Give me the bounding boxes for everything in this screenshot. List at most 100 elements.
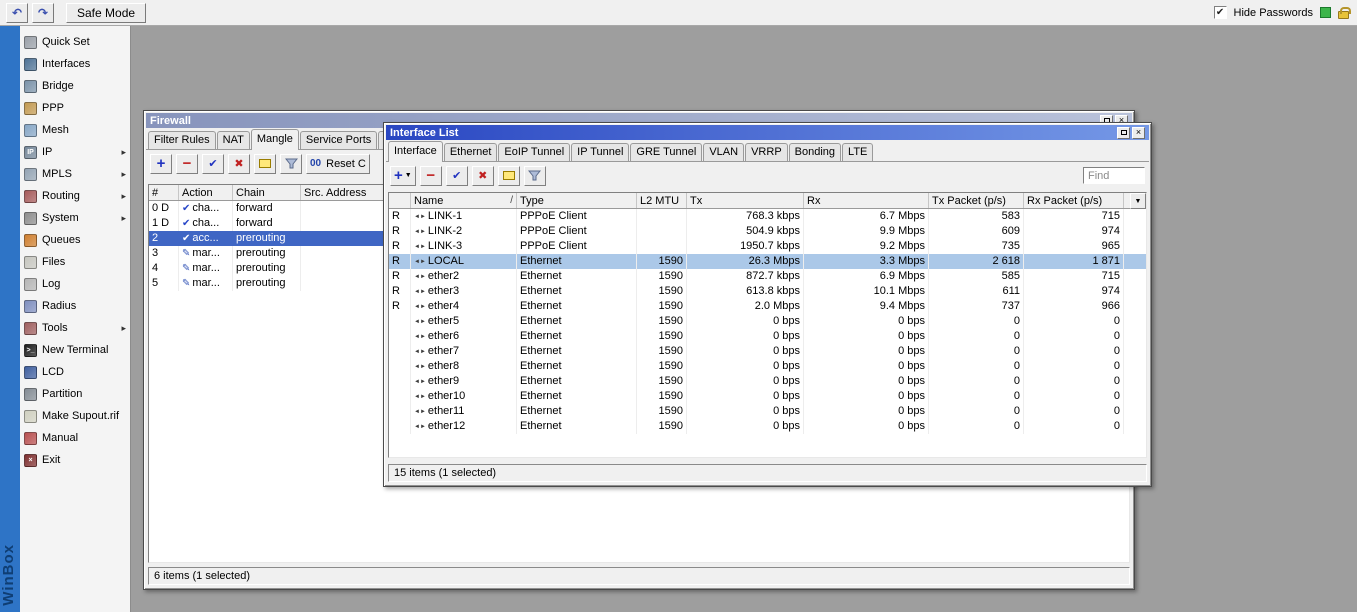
column-header-type[interactable]: Type [517,193,637,208]
cell-tx: 0 bps [687,419,804,434]
undo-button[interactable]: ↶ [6,3,28,23]
interface-row[interactable]: ◄►ether9Ethernet15900 bps0 bps00 [389,374,1146,389]
sidebar-item-manual[interactable]: Manual [20,427,130,449]
cell-tx-packet: 609 [929,224,1024,239]
cell-l2mtu: 1590 [637,389,687,404]
disable-rule-button[interactable]: ✖ [228,154,250,174]
interface-row[interactable]: ◄►ether6Ethernet15900 bps0 bps00 [389,329,1146,344]
interface-row[interactable]: R◄►LINK-1PPPoE Client768.3 kbps6.7 Mbps5… [389,209,1146,224]
column-header-label: # [152,187,158,199]
cell-type: Ethernet [517,284,637,299]
sidebar-item-quick-set[interactable]: Quick Set [20,31,130,53]
interface-row[interactable]: R◄►LINK-2PPPoE Client504.9 kbps9.9 Mbps6… [389,224,1146,239]
sidebar-item-mpls[interactable]: MPLS▸ [20,163,130,185]
brand-strip: WinBox [0,26,20,612]
interface-row[interactable]: R◄►ether3Ethernet1590613.8 kbps10.1 Mbps… [389,284,1146,299]
column-selector-button[interactable]: ▼ [1130,193,1146,209]
interface-tab-ip-tunnel[interactable]: IP Tunnel [571,143,629,161]
cell-type: Ethernet [517,329,637,344]
sidebar-item-radius[interactable]: Radius [20,295,130,317]
interface-row[interactable]: R◄►LOCALEthernet159026.3 Mbps3.3 Mbps2 6… [389,254,1146,269]
interface-list-restore-button[interactable] [1117,127,1130,139]
cell-chain: prerouting [233,261,301,276]
sidebar-item-new-terminal[interactable]: >_New Terminal [20,339,130,361]
interface-tab-vlan[interactable]: VLAN [703,143,744,161]
enable-interface-button[interactable]: ✔ [446,166,468,186]
firewall-window-title: Firewall [150,115,191,127]
sidebar-item-files[interactable]: Files [20,251,130,273]
interface-tab-interface[interactable]: Interface [388,141,443,162]
column-header-rx[interactable]: Rx [804,193,929,208]
cell-name: ◄►ether11 [411,404,517,419]
remove-interface-button[interactable]: − [420,166,442,186]
interface-row[interactable]: R◄►LINK-3PPPoE Client1950.7 kbps9.2 Mbps… [389,239,1146,254]
interface-row[interactable]: R◄►ether2Ethernet1590872.7 kbps6.9 Mbps5… [389,269,1146,284]
sidebar-item-exit[interactable]: ×Exit [20,449,130,471]
sidebar-item-bridge[interactable]: Bridge [20,75,130,97]
firewall-tab-mangle[interactable]: Mangle [251,129,299,150]
column-header-blank[interactable]: # [149,185,179,200]
hide-passwords-checkbox[interactable]: ✔ [1214,6,1227,19]
column-header-tx[interactable]: Tx [687,193,804,208]
filter-button[interactable] [524,166,546,186]
sidebar-item-queues[interactable]: Queues [20,229,130,251]
column-header-rx-packet-p-s[interactable]: Rx Packet (p/s) [1024,193,1124,208]
column-header-flags[interactable] [389,193,411,208]
enable-rule-button[interactable]: ✔ [202,154,224,174]
sidebar-item-make-supout-rif[interactable]: Make Supout.rif [20,405,130,427]
sidebar-item-label: Routing [42,190,116,202]
column-header-chain[interactable]: Chain [233,185,301,200]
remove-rule-button[interactable]: − [176,154,198,174]
interface-row[interactable]: ◄►ether5Ethernet15900 bps0 bps00 [389,314,1146,329]
sidebar-item-lcd[interactable]: LCD [20,361,130,383]
reset-counters-button[interactable]: 00 Reset C [306,154,370,174]
interface-row[interactable]: ◄►ether12Ethernet15900 bps0 bps00 [389,419,1146,434]
redo-button[interactable]: ↷ [32,3,54,23]
sidebar-item-ppp[interactable]: PPP [20,97,130,119]
interface-tab-eoip-tunnel[interactable]: EoIP Tunnel [498,143,570,161]
interface-tab-lte[interactable]: LTE [842,143,873,161]
add-interface-button[interactable]: + ▼ [390,166,416,186]
column-header-tx-packet-p-s[interactable]: Tx Packet (p/s) [929,193,1024,208]
cell-rx-packet: 0 [1024,359,1124,374]
add-rule-button[interactable]: + [150,154,172,174]
firewall-tab-filter-rules[interactable]: Filter Rules [148,131,216,149]
find-input[interactable] [1083,167,1145,184]
sidebar-item-log[interactable]: Log [20,273,130,295]
interface-list-titlebar[interactable]: Interface List × [386,125,1149,140]
sidebar-item-routing[interactable]: Routing ▸ [20,185,130,207]
submenu-arrow-icon: ▸ [121,191,126,202]
comment-button[interactable] [498,166,520,186]
column-header-action[interactable]: Action [179,185,233,200]
column-header-l2-mtu[interactable]: L2 MTU [637,193,687,208]
comment-button[interactable] [254,154,276,174]
cell-tx: 1950.7 kbps [687,239,804,254]
interface-list-close-button[interactable]: × [1132,127,1145,139]
cell-l2mtu: 1590 [637,359,687,374]
firewall-tab-nat[interactable]: NAT [217,131,250,149]
action-pencil-icon: ✎ [182,278,190,289]
filter-button[interactable] [280,154,302,174]
disable-interface-button[interactable]: ✖ [472,166,494,186]
interface-tab-bonding[interactable]: Bonding [789,143,841,161]
sidebar-item-tools[interactable]: Tools▸ [20,317,130,339]
column-header-name[interactable]: Name/ [411,193,517,208]
firewall-tab-service-ports[interactable]: Service Ports [300,131,377,149]
sidebar-item-label: Tools [42,322,116,334]
interface-tab-ethernet[interactable]: Ethernet [444,143,498,161]
safe-mode-button[interactable]: Safe Mode [66,3,146,23]
interface-tab-vrrp[interactable]: VRRP [745,143,788,161]
sidebar-item-partition[interactable]: Partition [20,383,130,405]
interface-row[interactable]: ◄►ether10Ethernet15900 bps0 bps00 [389,389,1146,404]
cell-rule-number: 2 [149,231,179,246]
interface-row[interactable]: ◄►ether11Ethernet15900 bps0 bps00 [389,404,1146,419]
terminal-icon: >_ [24,344,37,357]
interface-row[interactable]: R◄►ether4Ethernet15902.0 Mbps9.4 Mbps737… [389,299,1146,314]
sidebar-item-mesh[interactable]: Mesh [20,119,130,141]
sidebar-item-ip[interactable]: IPIP▸ [20,141,130,163]
interface-row[interactable]: ◄►ether7Ethernet15900 bps0 bps00 [389,344,1146,359]
sidebar-item-interfaces[interactable]: Interfaces [20,53,130,75]
interface-row[interactable]: ◄►ether8Ethernet15900 bps0 bps00 [389,359,1146,374]
interface-tab-gre-tunnel[interactable]: GRE Tunnel [630,143,702,161]
sidebar-item-system[interactable]: System▸ [20,207,130,229]
